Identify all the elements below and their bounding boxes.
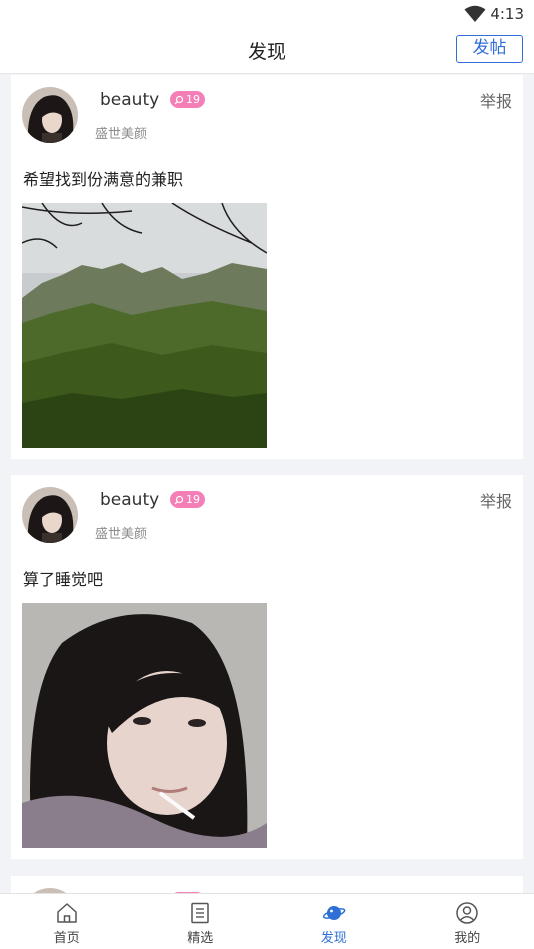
post-content: 希望找到份满意的兼职 bbox=[23, 170, 184, 189]
report-button[interactable]: 举报 bbox=[480, 488, 512, 512]
post-button[interactable]: 发帖 bbox=[456, 35, 523, 63]
bottom-tab-bar: 首页 精选 发现 我的 bbox=[0, 893, 534, 949]
home-icon bbox=[57, 903, 77, 923]
tab-home[interactable]: 首页 bbox=[0, 894, 134, 949]
post-content: 算了睡觉吧 bbox=[23, 570, 104, 589]
username[interactable]: beauty bbox=[100, 90, 159, 110]
top-header: 发现 发帖 bbox=[0, 28, 534, 74]
post-feed[interactable]: beauty 19 盛世美颜 举报 希望找到份满意的兼职 beauty 19 盛… bbox=[0, 75, 534, 893]
username[interactable]: beauty bbox=[100, 490, 159, 510]
screen: 4:13 发现 发帖 beauty 19 盛世美颜 举报 希望找到份满意的兼职 … bbox=[0, 0, 534, 949]
tab-label: 首页 bbox=[53, 931, 80, 946]
post-image[interactable] bbox=[22, 603, 267, 848]
search-icon bbox=[174, 95, 184, 104]
tab-label: 精选 bbox=[187, 931, 214, 946]
wifi-icon bbox=[464, 5, 486, 22]
status-bar: 4:13 bbox=[0, 0, 534, 28]
tab-featured[interactable]: 精选 bbox=[134, 894, 268, 949]
user-level-badge: 19 bbox=[170, 91, 205, 108]
user-subtitle: 盛世美颜 bbox=[95, 527, 148, 542]
badge-count: 19 bbox=[186, 493, 200, 506]
user-level-badge: 19 bbox=[170, 491, 205, 508]
user-icon bbox=[456, 902, 478, 924]
page-title: 发现 bbox=[247, 41, 286, 63]
tab-label: 发现 bbox=[320, 931, 347, 946]
tab-discover[interactable]: 发现 bbox=[267, 894, 401, 949]
planet-icon bbox=[322, 906, 346, 920]
avatar[interactable] bbox=[22, 487, 78, 543]
avatar[interactable] bbox=[22, 87, 78, 143]
status-time: 4:13 bbox=[490, 5, 524, 23]
post-card: beauty 19 举报 bbox=[11, 876, 523, 893]
badge-count: 19 bbox=[186, 93, 200, 106]
tab-label: 我的 bbox=[454, 931, 481, 946]
search-icon bbox=[174, 495, 184, 504]
report-button[interactable]: 举报 bbox=[480, 88, 512, 112]
document-icon bbox=[191, 902, 209, 924]
user-subtitle: 盛世美颜 bbox=[95, 127, 148, 142]
post-image[interactable] bbox=[22, 203, 267, 448]
tab-mine[interactable]: 我的 bbox=[401, 894, 534, 949]
post-card: beauty 19 盛世美颜 举报 希望找到份满意的兼职 bbox=[11, 75, 523, 459]
post-card: beauty 19 盛世美颜 举报 算了睡觉吧 bbox=[11, 475, 523, 859]
